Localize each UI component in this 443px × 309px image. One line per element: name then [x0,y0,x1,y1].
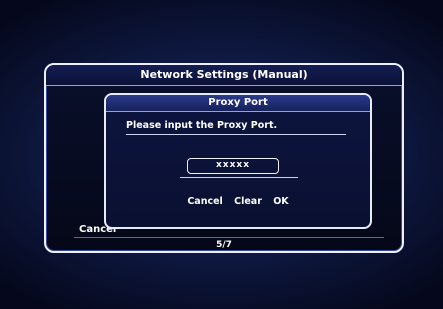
clear-button[interactable]: Clear [234,196,262,207]
dialog-title: Proxy Port [106,95,370,112]
footer-divider [74,237,384,238]
dialog-button-row: Cancel Clear OK [106,196,370,207]
prompt-divider [126,134,346,135]
proxy-port-input[interactable]: xxxxx [187,158,279,174]
screen-background: Network Settings (Manual) Cancel 5/7 Pro… [0,0,443,309]
input-underline [180,177,298,178]
cancel-button[interactable]: Cancel [187,196,222,207]
ok-button[interactable]: OK [273,196,288,207]
dialog-prompt: Please input the Proxy Port. [126,120,278,131]
page-indicator: 5/7 [216,240,232,250]
proxy-port-dialog: Proxy Port Please input the Proxy Port. … [104,93,372,229]
panel-title: Network Settings (Manual) [46,65,402,86]
